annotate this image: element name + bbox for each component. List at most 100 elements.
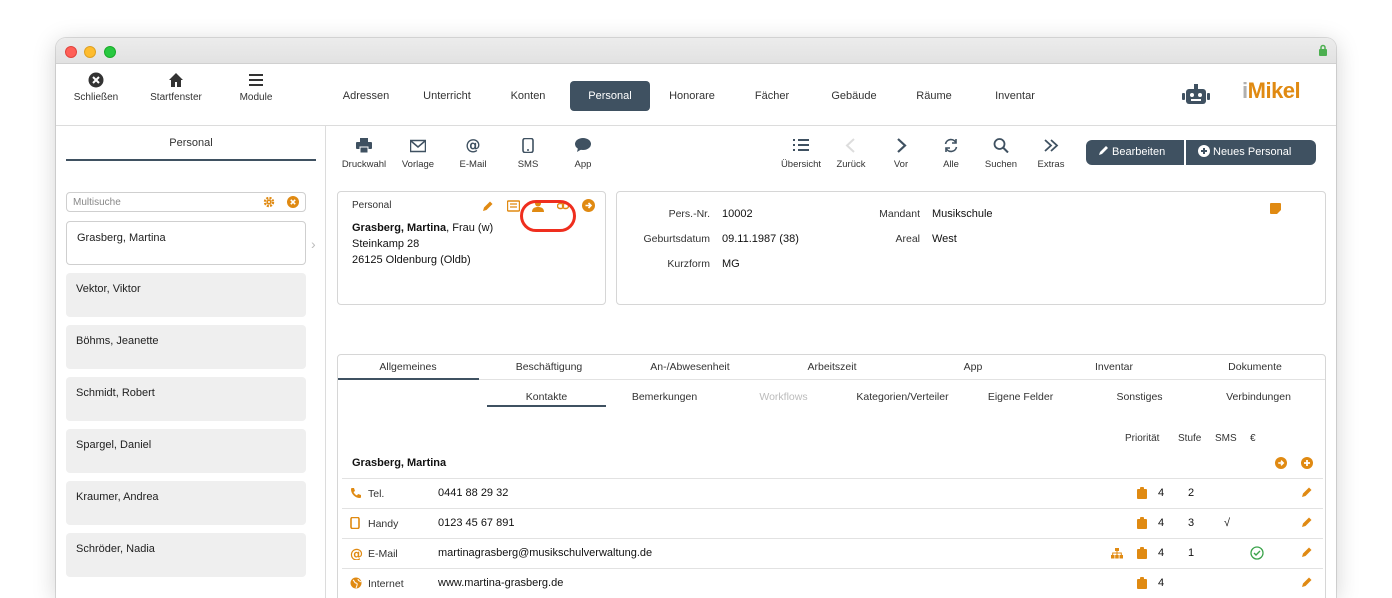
clipboard-icon[interactable]	[1137, 517, 1147, 529]
pencil-icon[interactable]	[1301, 576, 1313, 588]
tab-raeume[interactable]: Räume	[894, 81, 974, 111]
tab-app[interactable]: App	[913, 361, 1033, 373]
arrow-right-circle-icon[interactable]	[1275, 457, 1287, 469]
pencil-icon[interactable]	[1301, 516, 1313, 528]
tab-divider	[479, 379, 1325, 380]
app-window: Schließen Startfenster Module Adressen U…	[56, 38, 1336, 598]
sms-button[interactable]: SMS	[498, 138, 558, 170]
refresh-icon	[944, 138, 958, 153]
title-bar	[56, 38, 1336, 64]
table-row[interactable]: Handy 0123 45 67 891 4 3 √	[342, 508, 1323, 538]
menu-icon	[249, 74, 263, 86]
multi-search-input[interactable]: Multisuche	[66, 192, 306, 212]
table-row[interactable]: @ E-Mail martinagrasberg@musikschulverwa…	[342, 538, 1323, 568]
highlight-annotation	[520, 200, 576, 232]
clear-search-icon[interactable]	[287, 196, 299, 208]
pencil-icon[interactable]	[1301, 546, 1313, 558]
subtab-kategorien[interactable]: Kategorien/Verteiler	[843, 391, 962, 403]
list-item[interactable]: Grasberg, Martina	[66, 221, 306, 265]
shortform-label: Kurzform	[667, 258, 710, 270]
subtab-sonstiges[interactable]: Sonstiges	[1080, 391, 1199, 403]
check-circle-icon	[1250, 546, 1264, 560]
list-item[interactable]: Spargel, Daniel	[66, 429, 306, 473]
at-sign-icon: @	[350, 547, 363, 560]
app-button[interactable]: App	[553, 138, 613, 170]
tab-abwesenheit[interactable]: An-/Abwesenheit	[630, 361, 750, 373]
clipboard-icon[interactable]	[1137, 487, 1147, 499]
close-icon	[88, 72, 104, 88]
tab-faecher[interactable]: Fächer	[732, 81, 812, 111]
subtab-kontakte[interactable]: Kontakte	[487, 391, 606, 403]
new-personal-button[interactable]: Neues Personal	[1186, 140, 1316, 165]
tab-gebaeude[interactable]: Gebäude	[814, 81, 894, 111]
email-button[interactable]: @ E-Mail	[443, 138, 503, 170]
subtab-verbindungen[interactable]: Verbindungen	[1199, 391, 1318, 403]
subtab-bemerkungen[interactable]: Bemerkungen	[605, 391, 724, 403]
lock-icon	[1319, 44, 1327, 56]
modules-label: Module	[239, 92, 273, 103]
hierarchy-icon[interactable]	[1111, 548, 1123, 559]
double-chevron-right-icon	[1044, 139, 1059, 152]
list-item[interactable]: Schmidt, Robert	[66, 377, 306, 421]
list-item[interactable]: Schröder, Nadia	[66, 533, 306, 577]
list-item[interactable]: Kraumer, Andrea	[66, 481, 306, 525]
contact-type: Internet	[368, 578, 404, 590]
tab-allgemeines[interactable]: Allgemeines	[348, 361, 468, 373]
chevron-left-icon	[845, 138, 855, 153]
tab-inventar-detail[interactable]: Inventar	[1054, 361, 1174, 373]
col-level: Stufe	[1178, 433, 1202, 444]
clipboard-icon[interactable]	[1137, 547, 1147, 559]
list-item[interactable]: Vektor, Viktor	[66, 273, 306, 317]
tab-adressen[interactable]: Adressen	[326, 81, 406, 111]
contact-level: 2	[1188, 487, 1195, 499]
pencil-icon[interactable]	[1301, 486, 1313, 498]
tab-inventar[interactable]: Inventar	[975, 81, 1055, 111]
sidebar-title[interactable]: Personal	[66, 137, 316, 149]
print-button[interactable]: Druckwahl	[334, 138, 394, 170]
tab-honorare[interactable]: Honorare	[652, 81, 732, 111]
zoom-window-button[interactable]	[104, 46, 116, 58]
person-city: 26125 Oldenburg (Oldb)	[352, 254, 471, 266]
svg-text:@: @	[466, 138, 481, 153]
birthdate-label: Geburtsdatum	[643, 233, 710, 245]
search-icon	[993, 138, 1009, 153]
collapse-sidebar-chevron-icon[interactable]: ›	[311, 236, 316, 252]
phone-icon	[522, 138, 534, 153]
address-card-icon[interactable]	[507, 200, 520, 212]
at-sign-icon: @	[466, 138, 481, 153]
persnr-value: 10002	[722, 208, 753, 220]
contact-value: martinagrasberg@musikschulverwaltung.de	[438, 547, 653, 559]
tab-unterricht[interactable]: Unterricht	[406, 81, 488, 111]
tab-arbeitszeit[interactable]: Arbeitszeit	[772, 361, 892, 373]
subtab-kontakte-underline	[487, 405, 606, 407]
tab-konten[interactable]: Konten	[488, 81, 568, 111]
template-button[interactable]: Vorlage	[388, 138, 448, 170]
modules-button[interactable]: Module	[221, 72, 291, 103]
note-icon[interactable]	[1270, 203, 1281, 214]
person-address: Grasberg, Martina, Frau (w) Steinkamp 28…	[352, 220, 493, 268]
sidebar-title-underline	[66, 159, 316, 161]
table-row[interactable]: Internet www.martina-grasberg.de 4	[342, 568, 1323, 598]
tab-beschaeftigung[interactable]: Beschäftigung	[489, 361, 609, 373]
subtab-eigene-felder[interactable]: Eigene Felder	[961, 391, 1080, 403]
detail-tabs-panel: Allgemeines Beschäftigung An-/Abwesenhei…	[337, 354, 1326, 598]
list-item[interactable]: Böhms, Jeanette	[66, 325, 306, 369]
pencil-icon[interactable]	[482, 200, 494, 212]
col-priority: Priorität	[1125, 433, 1160, 444]
tab-personal[interactable]: Personal	[570, 81, 650, 111]
mobile-phone-icon	[350, 517, 360, 529]
close-window-button[interactable]	[65, 46, 77, 58]
minimize-window-button[interactable]	[84, 46, 96, 58]
search-placeholder: Multisuche	[73, 197, 121, 208]
info-card: Pers.-Nr. 10002 Geburtsdatum 09.11.1987 …	[616, 191, 1326, 305]
client-label: Mandant	[879, 208, 920, 220]
edit-button[interactable]: Bearbeiten	[1086, 140, 1184, 165]
extras-button[interactable]: Extras	[1021, 138, 1081, 170]
add-circle-icon[interactable]	[1301, 457, 1313, 469]
robot-icon[interactable]	[1181, 83, 1211, 107]
close-button[interactable]: Schließen	[61, 72, 131, 103]
tab-dokumente[interactable]: Dokumente	[1195, 361, 1315, 373]
table-row[interactable]: Tel. 0441 88 29 32 4 2	[342, 478, 1323, 508]
gear-icon[interactable]	[263, 196, 275, 208]
home-button[interactable]: Startfenster	[141, 72, 211, 103]
